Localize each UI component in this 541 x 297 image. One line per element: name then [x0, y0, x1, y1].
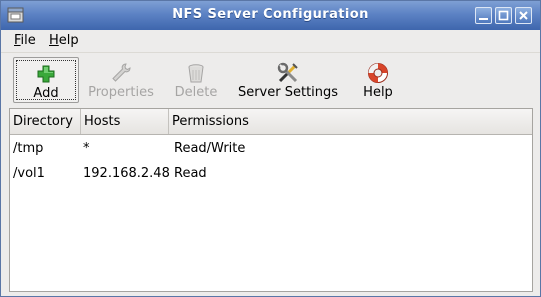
add-button[interactable]: Add	[13, 57, 79, 103]
tools-screwdriver-wrench-icon	[276, 61, 300, 85]
close-icon	[519, 11, 528, 20]
table-row[interactable]: /vol1 192.168.2.48 Read	[10, 161, 532, 186]
toolbar: Add Properties Delete Server Settings He…	[1, 52, 540, 105]
menu-file-label: ile	[20, 33, 36, 48]
properties-button-label: Properties	[88, 85, 154, 100]
maximize-button[interactable]	[495, 7, 512, 24]
column-header-hosts[interactable]: Hosts	[81, 109, 169, 134]
menu-bar: File Help	[1, 30, 540, 52]
close-button[interactable]	[515, 7, 532, 24]
cell-permissions: Read	[174, 166, 207, 181]
minimize-button[interactable]	[475, 7, 492, 24]
menu-file[interactable]: File	[14, 33, 36, 48]
exports-list[interactable]: Directory Hosts Permissions /tmp * Read/…	[9, 108, 533, 292]
nfs-config-window: NFS Server Configuration File Help Add P…	[0, 0, 541, 297]
table-row[interactable]: /tmp * Read/Write	[10, 136, 532, 161]
menu-help-label: elp	[58, 33, 79, 48]
title-bar[interactable]: NFS Server Configuration	[1, 1, 540, 30]
add-button-label: Add	[33, 86, 59, 101]
add-plus-icon	[34, 62, 58, 86]
server-settings-button[interactable]: Server Settings	[234, 57, 342, 103]
menu-help-mnemonic: H	[49, 33, 59, 48]
cell-hosts: 192.168.2.48	[83, 166, 170, 181]
delete-button[interactable]: Delete	[168, 57, 224, 103]
cell-hosts: *	[83, 141, 90, 156]
cell-directory: /vol1	[13, 166, 45, 181]
server-settings-button-label: Server Settings	[237, 85, 339, 100]
column-header-directory[interactable]: Directory	[10, 109, 81, 134]
delete-button-label: Delete	[174, 85, 218, 100]
help-button-label: Help	[363, 85, 393, 100]
lifebuoy-icon	[366, 61, 390, 85]
menu-help[interactable]: Help	[49, 33, 79, 48]
list-header: Directory Hosts Permissions	[10, 109, 532, 135]
column-header-permissions[interactable]: Permissions	[169, 109, 532, 134]
trash-can-icon	[184, 61, 208, 85]
properties-button[interactable]: Properties	[85, 57, 157, 103]
cell-directory: /tmp	[13, 141, 44, 156]
maximize-icon	[498, 10, 509, 21]
window-title: NFS Server Configuration	[172, 7, 369, 22]
minimize-icon	[479, 18, 488, 20]
cell-permissions: Read/Write	[174, 141, 246, 156]
wrench-icon	[109, 61, 133, 85]
help-button[interactable]: Help	[355, 57, 401, 103]
